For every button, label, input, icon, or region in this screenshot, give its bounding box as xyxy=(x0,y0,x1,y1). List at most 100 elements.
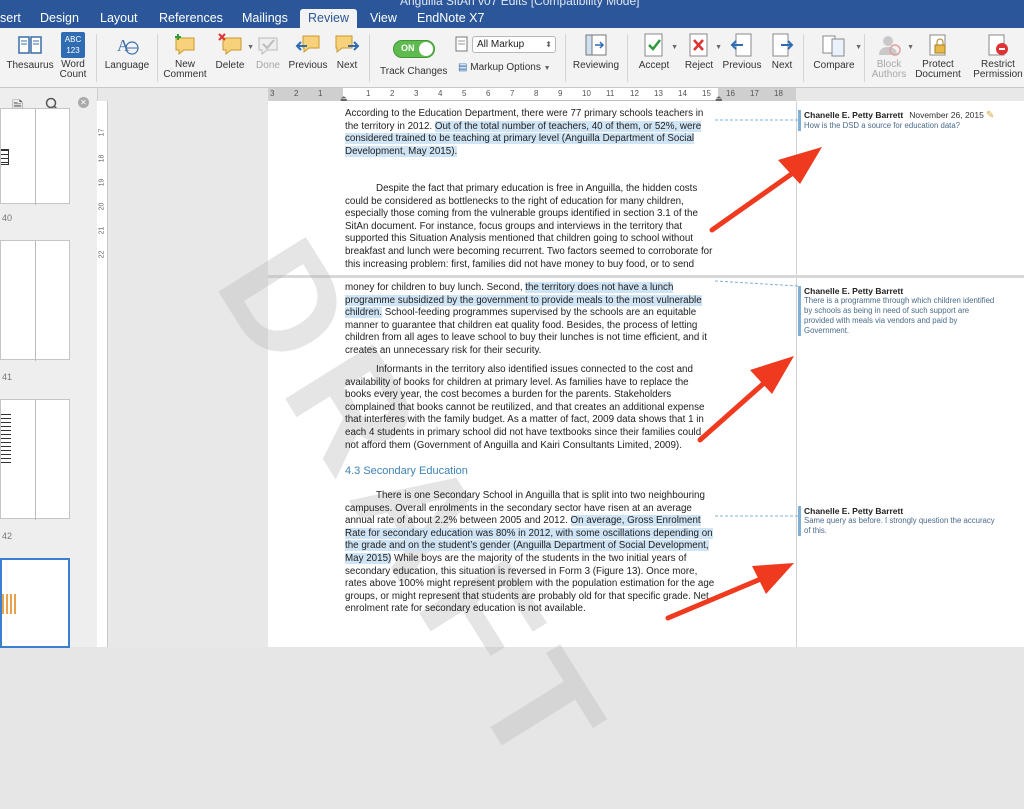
thumbnail-sidebar: 🗎 ✕ 40 41 42 xyxy=(0,88,98,648)
chevron-down-icon[interactable]: ▼ xyxy=(855,44,862,51)
close-icon[interactable]: ✕ xyxy=(78,97,89,108)
word-count-button[interactable]: ABC 123 Word Count xyxy=(58,32,88,80)
ruler-number: 3 xyxy=(414,89,419,98)
ruler-number: 20 xyxy=(98,202,106,211)
delete-comment-button[interactable]: Delete ▼ xyxy=(212,32,254,71)
reject-button[interactable]: Reject ▼ xyxy=(682,32,722,71)
previous-comment-icon xyxy=(295,35,320,54)
comment-author: Chanelle E. Petty Barrett xyxy=(804,110,904,120)
chevron-down-icon[interactable]: ▼ xyxy=(247,44,254,51)
tab-view[interactable]: View xyxy=(362,9,405,28)
tab-layout[interactable]: Layout xyxy=(92,9,146,28)
previous-change-label: Previous xyxy=(722,60,762,71)
thumbnail-margin-line xyxy=(35,400,36,520)
ruler-number: 16 xyxy=(726,89,735,98)
ruler-number: 11 xyxy=(606,89,615,98)
language-icon: A xyxy=(117,36,139,55)
new-comment-icon xyxy=(175,34,195,56)
ribbon-separator xyxy=(803,34,804,82)
new-comment-button[interactable]: New Comment xyxy=(163,32,207,80)
reject-icon xyxy=(689,33,708,57)
page-thumbnail[interactable] xyxy=(0,399,70,520)
new-comment-label: New Comment xyxy=(163,59,207,80)
comment-balloon[interactable]: Chanelle E. Petty Barrett Same query as … xyxy=(798,506,998,536)
tab-insert[interactable]: sert xyxy=(0,9,29,28)
ribbon-separator xyxy=(157,34,158,82)
next-label: Next xyxy=(336,60,358,71)
chevron-down-icon[interactable]: ▼ xyxy=(671,44,678,51)
previous-change-button[interactable]: Previous xyxy=(722,32,762,71)
ribbon-separator xyxy=(627,34,628,82)
tab-mailings[interactable]: Mailings xyxy=(234,9,296,28)
next-comment-button[interactable]: Next xyxy=(334,32,360,71)
thumbnail-margin-line xyxy=(35,109,36,205)
ruler-number: 2 xyxy=(294,89,299,98)
ribbon-tab-bar: Anguilla SitAn v07 Edits [Compatibility … xyxy=(0,0,1024,28)
page-thumbnail-current[interactable] xyxy=(0,558,70,648)
compare-button[interactable]: Compare ▼ xyxy=(812,32,862,71)
paragraph[interactable]: Informants in the territory also identif… xyxy=(345,364,715,452)
markup-select-value: All Markup xyxy=(477,39,525,50)
horizontal-ruler[interactable]: 3 2 1 1 2 3 4 5 6 7 8 9 10 11 12 13 14 1… xyxy=(268,88,796,103)
comment-text: How is the DSD a source for education da… xyxy=(804,121,961,130)
ruler-number: 15 xyxy=(702,89,711,98)
paragraph-text: Despite the fact that primary education … xyxy=(345,183,713,270)
lock-icon xyxy=(929,34,946,56)
ruler-number: 14 xyxy=(678,89,687,98)
vertical-ruler[interactable]: 17 18 19 20 21 22 xyxy=(97,101,108,647)
ribbon-separator xyxy=(565,34,566,82)
comment-reply-icon[interactable]: ✎ xyxy=(986,110,994,121)
paragraph[interactable]: Despite the fact that primary education … xyxy=(345,183,715,271)
markup-doc-icon xyxy=(455,36,468,52)
page-number-label: 42 xyxy=(2,531,13,541)
word-count-icon: ABC 123 xyxy=(61,32,85,58)
paragraph-text: While boys are the majority of the stude… xyxy=(345,552,715,615)
comment-balloon[interactable]: Chanelle E. Petty Barrett There is a pro… xyxy=(798,286,998,336)
ruler-number: 3 xyxy=(270,89,275,98)
reviewing-pane-icon xyxy=(585,34,607,56)
reviewing-pane-button[interactable]: Reviewing xyxy=(572,32,620,71)
chevron-down-icon[interactable]: ▼ xyxy=(907,44,914,51)
ruler-number: 1 xyxy=(366,89,371,98)
ruler-number: 19 xyxy=(98,178,106,187)
accept-button[interactable]: Accept ▼ xyxy=(636,32,678,71)
done-icon xyxy=(258,37,278,56)
comment-author: Chanelle E. Petty Barrett xyxy=(804,286,904,296)
paragraph[interactable]: There is one Secondary School in Anguill… xyxy=(345,490,715,616)
tab-references[interactable]: References xyxy=(151,9,231,28)
protect-document-label: Protect Document xyxy=(915,59,961,80)
reject-label: Reject xyxy=(684,60,714,71)
restrict-permission-button[interactable]: Restrict Permission xyxy=(972,32,1024,80)
block-authors-button[interactable]: Block Authors ▼ xyxy=(870,32,914,80)
tab-review[interactable]: Review xyxy=(300,9,357,28)
comment-balloon[interactable]: Chanelle E. Petty Barrett November 26, 20… xyxy=(798,110,998,131)
ribbon-separator xyxy=(864,34,865,82)
select-arrows-icon: ⬍ xyxy=(545,40,552,49)
tab-design[interactable]: Design xyxy=(32,9,87,28)
markup-options-button[interactable]: ▤ Markup Options ▼ xyxy=(458,62,551,73)
page-thumbnail[interactable] xyxy=(0,108,70,205)
chevron-down-icon: ▼ xyxy=(543,65,551,72)
protect-document-button[interactable]: Protect Document xyxy=(914,32,962,80)
comment-author: Chanelle E. Petty Barrett xyxy=(804,506,904,516)
paragraph[interactable]: money for children to buy lunch. Second,… xyxy=(345,282,715,358)
page-thumbnail[interactable] xyxy=(0,240,70,361)
word-count-label: Word Count xyxy=(59,59,87,80)
page-number-label: 41 xyxy=(2,372,13,382)
thesaurus-button[interactable]: Thesaurus xyxy=(6,32,54,71)
review-ribbon: Thesaurus ABC 123 Word Count A Language … xyxy=(0,28,1024,88)
tab-endnote[interactable]: EndNote X7 xyxy=(409,9,492,28)
markup-options-icon: ▤ xyxy=(458,62,468,73)
track-changes-label: Track Changes xyxy=(380,66,448,77)
done-button[interactable]: Done xyxy=(254,32,282,71)
chevron-down-icon[interactable]: ▼ xyxy=(715,44,722,51)
paragraph[interactable]: According to the Education Department, t… xyxy=(345,108,715,158)
previous-comment-button[interactable]: Previous xyxy=(288,32,328,71)
paragraph-text: money for children to buy lunch. Second, xyxy=(345,282,526,293)
markup-display-select[interactable]: All Markup ⬍ xyxy=(472,36,556,53)
thumbnail-chart-icon xyxy=(2,594,16,614)
next-change-button[interactable]: Next xyxy=(769,32,795,71)
ruler-number: 7 xyxy=(510,89,515,98)
language-button[interactable]: A Language xyxy=(104,32,150,71)
track-changes-toggle[interactable]: ON xyxy=(393,40,435,58)
